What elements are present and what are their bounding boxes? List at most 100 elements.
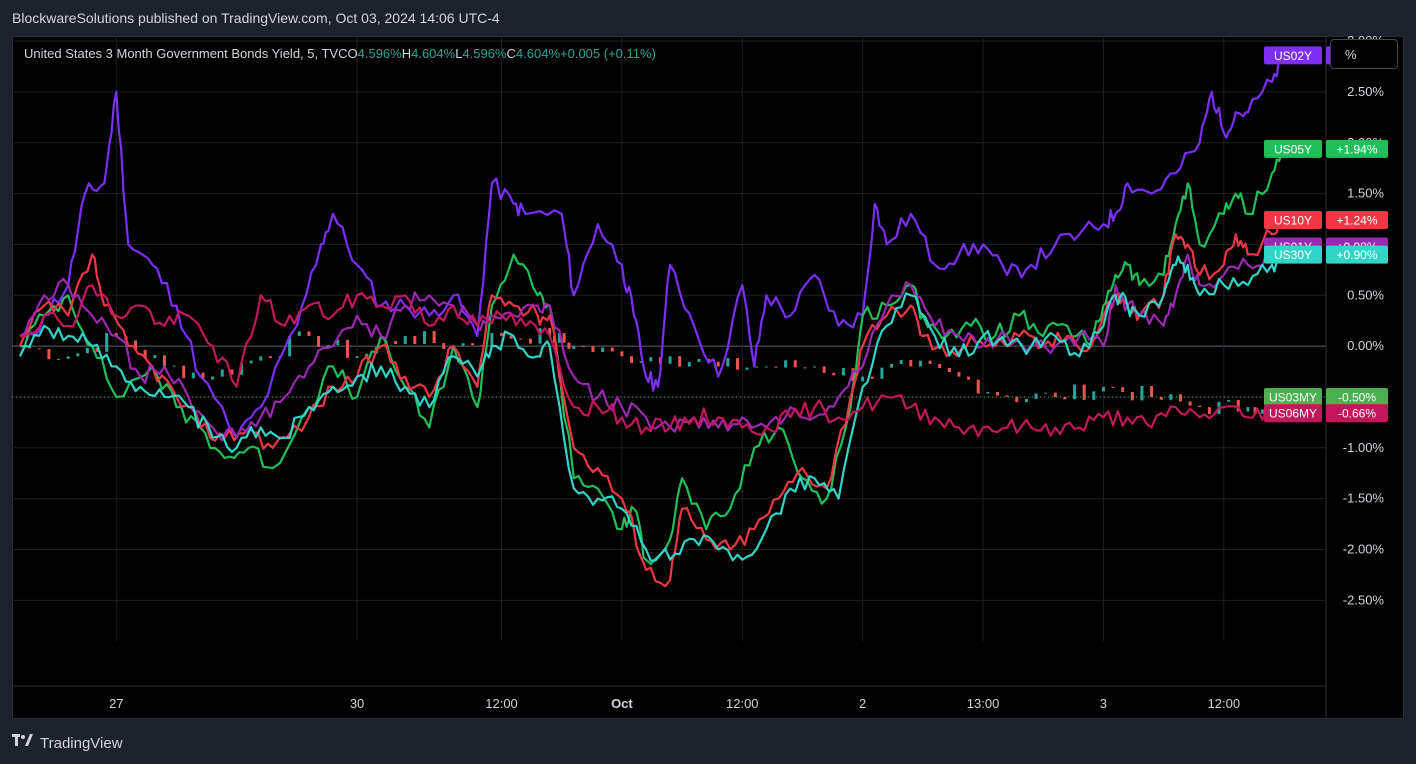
candle <box>76 353 80 357</box>
publish-text: BlockwareSolutions published on TradingV… <box>12 10 500 26</box>
candle <box>1198 405 1202 408</box>
candle <box>490 332 494 347</box>
candle <box>803 367 807 369</box>
candle <box>1082 384 1086 400</box>
candle <box>813 366 817 368</box>
candle <box>1024 398 1028 403</box>
candle <box>1092 391 1096 400</box>
candle <box>1121 387 1125 392</box>
high-label: H <box>401 46 412 61</box>
candle <box>500 332 504 336</box>
candle <box>890 363 894 368</box>
close-value: 4.604% <box>515 46 561 61</box>
candle <box>471 343 475 346</box>
x-tick-label: 2 <box>859 696 866 711</box>
symbol-title: United States 3 Month Government Bonds Y… <box>24 46 348 61</box>
candle <box>1169 394 1173 400</box>
change-value: +0.005 (+0.11%) <box>560 46 656 61</box>
x-tick-label: 13:00 <box>967 696 1000 711</box>
candle <box>153 355 157 359</box>
candle <box>1044 392 1048 394</box>
candle <box>697 359 701 362</box>
candle <box>928 360 932 364</box>
candle <box>1207 407 1211 414</box>
candle <box>995 392 999 396</box>
candle <box>947 368 951 373</box>
candle <box>317 335 321 347</box>
candle <box>832 372 836 376</box>
candle <box>413 335 417 345</box>
candle <box>716 361 720 367</box>
candle <box>47 349 51 360</box>
candle <box>182 365 186 379</box>
low-label: L <box>455 46 463 61</box>
candle <box>105 333 109 352</box>
open-label: O <box>347 46 358 61</box>
badge-us03my: US03MY -0.50% <box>1264 387 1388 406</box>
candle <box>591 346 595 352</box>
candle <box>967 376 971 380</box>
candle <box>1150 385 1154 397</box>
candle <box>562 332 566 343</box>
candle <box>1111 386 1115 388</box>
candle <box>259 356 263 361</box>
x-tick-label: 3 <box>1100 696 1107 711</box>
candle <box>1101 386 1105 392</box>
candle <box>784 360 788 368</box>
badge-us06my: US06MY -0.66% <box>1264 404 1388 423</box>
badge-us30y: US30Y +0.90% <box>1264 245 1388 264</box>
x-tick-label: 12:00 <box>485 696 518 711</box>
series-line-us02y <box>18 54 1285 439</box>
open-value: 4.596% <box>357 46 402 61</box>
candle <box>85 348 89 354</box>
chart-plot[interactable]: 3.00%2.50%2.00%1.50%1.00%0.50%0.00%-0.50… <box>12 36 1404 719</box>
candle <box>1034 393 1038 399</box>
footer-branding: TradingView <box>12 732 123 754</box>
candle <box>249 360 253 364</box>
candle <box>668 356 672 364</box>
candle <box>774 366 778 368</box>
x-tick-label: 27 <box>109 696 123 711</box>
y-tick-label: -1.50% <box>1343 491 1385 506</box>
candle <box>1260 409 1264 414</box>
candle <box>841 368 845 376</box>
badge-value: +0.90% <box>1336 248 1377 262</box>
badge-value: -0.50% <box>1338 390 1376 404</box>
candle <box>735 358 739 370</box>
candle <box>726 358 730 367</box>
y-tick-label: -2.50% <box>1343 592 1385 607</box>
candle <box>432 331 436 344</box>
publish-header: BlockwareSolutions published on TradingV… <box>0 0 1416 36</box>
candle <box>957 372 961 377</box>
badge-value: +1.24% <box>1336 214 1377 228</box>
y-tick-label: 1.50% <box>1347 186 1384 201</box>
candle <box>745 367 749 370</box>
series-line-us10y <box>18 215 1285 588</box>
candle <box>66 356 70 359</box>
candle <box>1140 385 1144 401</box>
candle <box>610 347 614 352</box>
candle <box>1130 391 1134 401</box>
candle <box>976 379 980 394</box>
candle <box>822 366 826 373</box>
symbol-legend: United States 3 Month Government Bonds Y… <box>24 46 656 61</box>
x-tick-label: 12:00 <box>1208 696 1241 711</box>
candle <box>394 340 398 345</box>
candle <box>1015 396 1019 403</box>
close-label: C <box>506 46 516 61</box>
candle <box>620 351 624 357</box>
candle <box>1053 392 1057 397</box>
candle <box>220 369 224 377</box>
candle <box>1073 384 1077 400</box>
tradingview-logo-icon <box>12 734 34 752</box>
candle <box>37 348 41 350</box>
badge-symbol: US06MY <box>1269 407 1317 421</box>
candle <box>1227 399 1231 402</box>
candle <box>519 338 523 340</box>
y-tick-label: 2.50% <box>1347 84 1384 99</box>
candle <box>162 355 166 367</box>
candle <box>528 338 532 344</box>
candle <box>403 335 407 345</box>
percent-scale-button[interactable]: % <box>1330 39 1398 69</box>
badge-symbol: US10Y <box>1274 214 1312 228</box>
